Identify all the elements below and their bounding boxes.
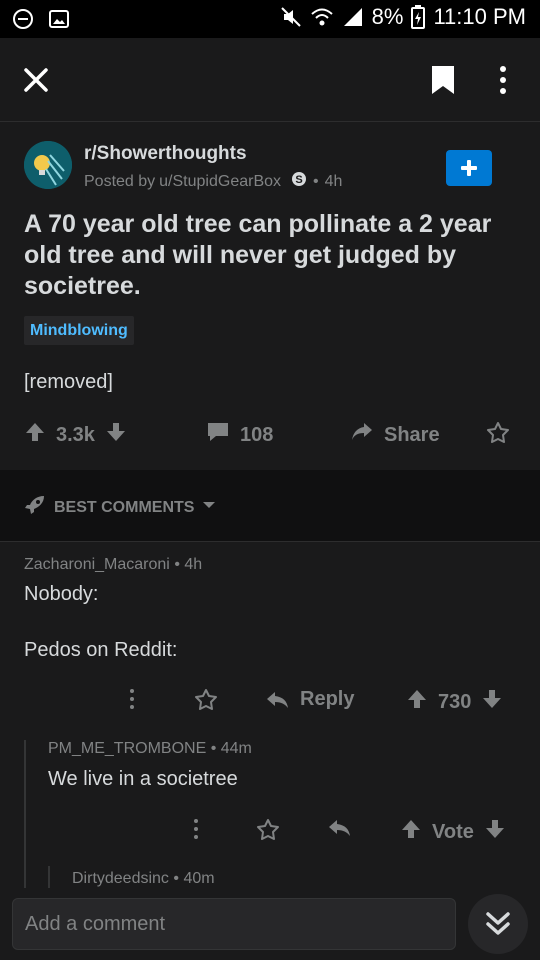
meta-separator: • <box>210 740 221 757</box>
comment-meta: PM_ME_TROMBONE • 44m <box>48 740 252 758</box>
join-button[interactable] <box>446 150 492 186</box>
share-icon <box>350 421 374 449</box>
comment-actions: Reply 730 <box>0 688 540 720</box>
award-outline-icon <box>486 421 510 451</box>
subreddit-name[interactable]: r/Showerthoughts <box>84 143 247 165</box>
bookmark-icon[interactable] <box>430 64 456 101</box>
comment: Zacharoni_Macaroni • 4h Nobody: Pedos on… <box>0 542 540 742</box>
gallery-icon <box>48 8 70 30</box>
comment-body-line: Pedos on Reddit: <box>24 639 178 661</box>
comment-actions: Vote <box>0 818 540 850</box>
post-body: [removed] <box>24 371 113 393</box>
signal-icon <box>342 6 364 28</box>
reply-label: Reply <box>300 688 355 710</box>
downvote-icon[interactable] <box>484 818 506 846</box>
status-bar: 8% 11:10 PM <box>0 0 540 38</box>
comment-meta: Dirtydeedsinc • 40m <box>72 870 215 888</box>
upvote-icon[interactable] <box>406 688 428 716</box>
svg-text:S: S <box>295 174 302 186</box>
battery-icon <box>411 5 426 29</box>
subreddit-avatar[interactable] <box>24 141 72 189</box>
comment-author[interactable]: Zacharoni_Macaroni <box>24 556 170 573</box>
rocket-icon <box>24 494 46 521</box>
comment-icon <box>206 421 230 449</box>
comment-age: 40m <box>183 870 215 887</box>
more-options-icon[interactable] <box>192 818 200 840</box>
more-options-icon[interactable] <box>128 688 136 710</box>
thread-line[interactable] <box>48 866 50 888</box>
comment-count: 108 <box>240 423 274 446</box>
post-age: 4h <box>324 172 343 190</box>
meta-separator: • <box>313 172 319 190</box>
more-options-icon[interactable] <box>498 64 508 101</box>
sort-label: BEST COMMENTS <box>54 498 195 516</box>
comment-composer-bar <box>0 888 540 960</box>
vote-group: 3.3k <box>24 421 127 449</box>
comment-age: 4h <box>184 556 203 573</box>
meta-separator: • <box>173 870 184 887</box>
post-meta: Posted by u/StupidGearBox S • 4h <box>84 171 342 192</box>
upvote-icon[interactable] <box>24 421 46 449</box>
vote-label: Vote <box>432 820 474 843</box>
posted-by-prefix: Posted by <box>84 172 156 190</box>
reply-button[interactable]: Reply <box>266 688 354 711</box>
post: r/Showerthoughts Posted by u/StupidGearB… <box>0 123 540 469</box>
comment-sort-bar[interactable]: BEST COMMENTS <box>0 470 540 542</box>
add-comment-input[interactable] <box>12 898 456 950</box>
next-comment-button[interactable] <box>468 894 528 954</box>
mute-icon <box>280 6 302 28</box>
comment-age: 44m <box>220 740 252 757</box>
comment: PM_ME_TROMBONE • 44m We live in a societ… <box>0 740 540 860</box>
comment-body-line: Nobody: <box>24 583 99 605</box>
vote-group: Vote <box>400 818 506 846</box>
post-flair[interactable]: Mindblowing <box>24 316 134 345</box>
comment-score: 730 <box>438 690 472 713</box>
clock: 11:10 PM <box>433 4 526 29</box>
comments-button[interactable]: 108 <box>206 421 273 449</box>
meta-separator: • <box>174 556 185 573</box>
battery-percent: 8% <box>371 4 404 29</box>
post-author[interactable]: u/StupidGearBox <box>159 173 281 191</box>
post-score: 3.3k <box>56 423 95 446</box>
share-label: Share <box>384 423 440 446</box>
reply-icon[interactable] <box>328 818 352 838</box>
award-button[interactable] <box>486 421 510 451</box>
post-title[interactable]: A 70 year old tree can pollinate a 2 yea… <box>24 209 524 302</box>
share-button[interactable]: Share <box>350 421 440 449</box>
award-icon: S <box>291 171 307 192</box>
close-icon[interactable] <box>22 66 50 99</box>
do-not-disturb-icon <box>12 8 34 30</box>
vote-group: 730 <box>406 688 503 716</box>
chevron-down-icon <box>202 498 216 517</box>
app-bar <box>0 38 540 122</box>
award-outline-icon[interactable] <box>256 818 280 842</box>
comment-meta: Zacharoni_Macaroni • 4h <box>24 556 202 574</box>
double-chevron-down-icon <box>484 910 512 943</box>
comment-author[interactable]: Dirtydeedsinc <box>72 870 169 887</box>
post-actions: 3.3k 108 Share <box>0 413 540 453</box>
comment-body: We live in a societree <box>48 768 238 790</box>
comment-author[interactable]: PM_ME_TROMBONE <box>48 740 206 757</box>
downvote-icon[interactable] <box>105 421 127 449</box>
upvote-icon[interactable] <box>400 818 422 846</box>
downvote-icon[interactable] <box>481 688 503 716</box>
award-outline-icon[interactable] <box>194 688 218 712</box>
wifi-icon <box>310 6 334 28</box>
